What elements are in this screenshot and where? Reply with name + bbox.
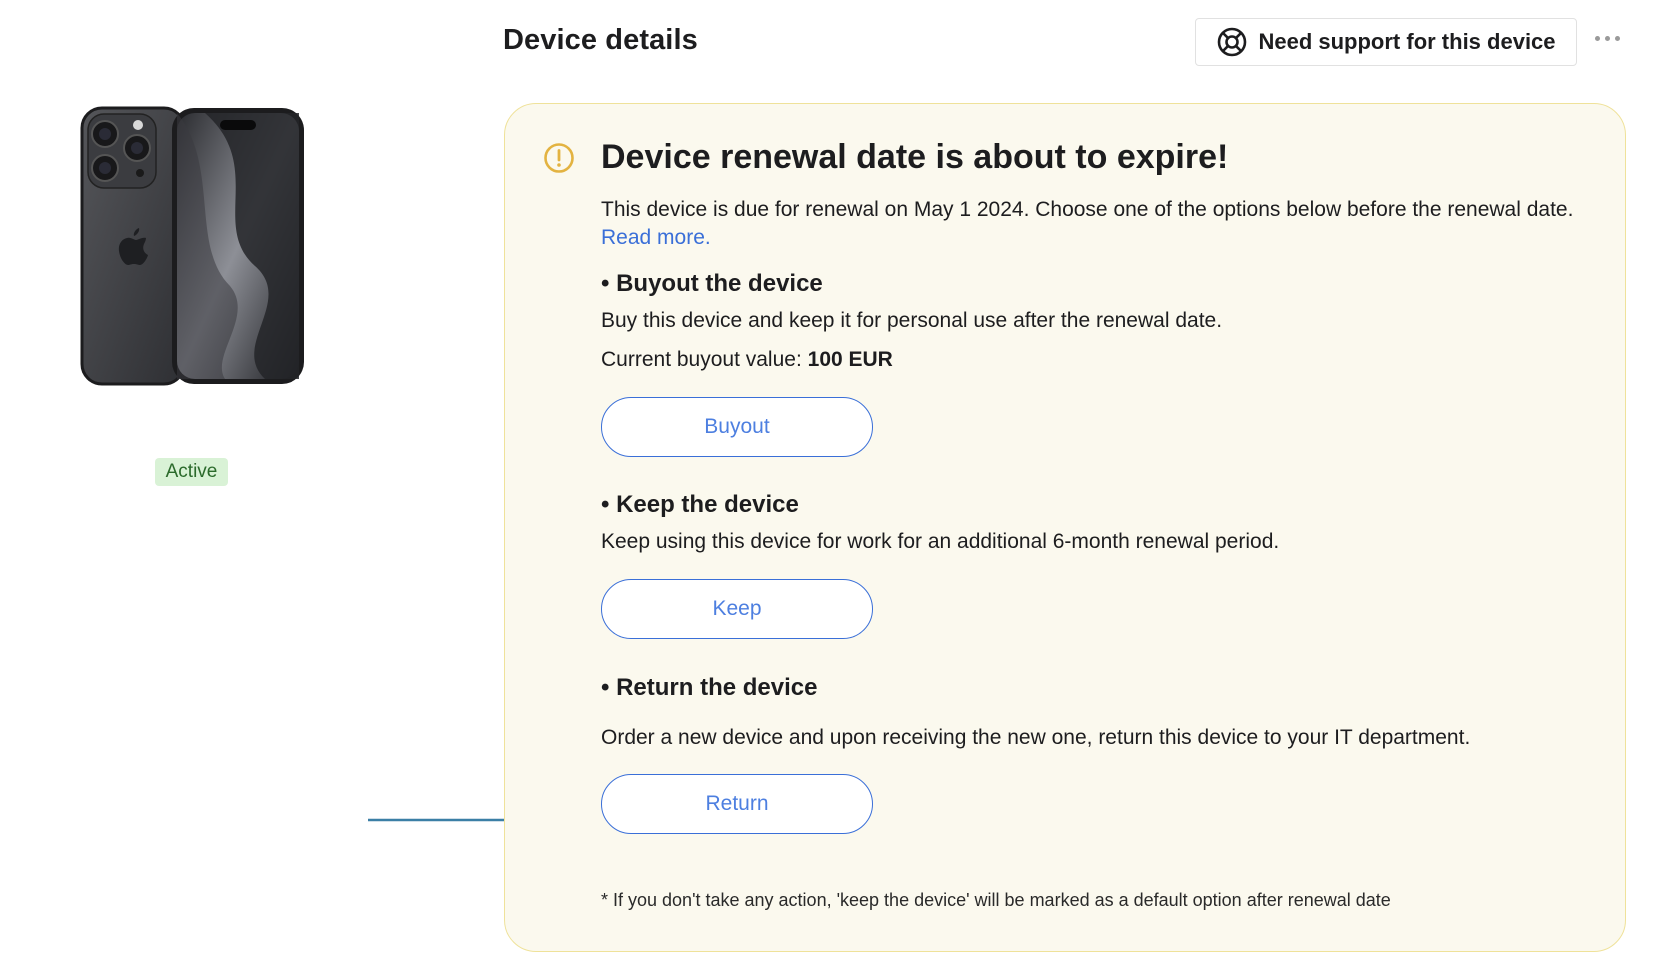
keep-option-title: • Keep the device xyxy=(601,491,799,518)
lifebuoy-icon xyxy=(1216,26,1248,58)
buyout-value-line: Current buyout value: 100 EUR xyxy=(601,348,893,372)
status-badge: Active xyxy=(155,458,228,486)
default-option-footnote: * If you don't take any action, 'keep th… xyxy=(601,890,1391,910)
more-dot-icon xyxy=(1594,35,1600,41)
device-image xyxy=(80,106,306,386)
notice-description-text: This device is due for renewal on May 1 … xyxy=(601,198,1574,221)
buyout-option-title: • Buyout the device xyxy=(601,270,823,297)
return-option-title: • Return the device xyxy=(601,674,818,701)
notice-title: Device renewal date is about to expire! xyxy=(601,138,1229,176)
need-support-button[interactable]: Need support for this device xyxy=(1195,18,1577,66)
buyout-option-text: Buy this device and keep it for personal… xyxy=(601,309,1223,332)
more-dot-icon xyxy=(1604,35,1610,41)
buyout-value: 100 EUR xyxy=(807,348,893,371)
return-button[interactable]: Return xyxy=(601,774,873,834)
buyout-button[interactable]: Buyout xyxy=(601,397,873,457)
device-details-page: Device details Need support for this dev… xyxy=(0,0,1662,960)
warning-icon xyxy=(543,142,575,174)
buyout-value-label: Current buyout value: xyxy=(601,348,802,371)
read-more-link[interactable]: Read more. xyxy=(601,226,711,249)
return-option-text: Order a new device and upon receiving th… xyxy=(601,726,1471,749)
keep-button[interactable]: Keep xyxy=(601,579,873,639)
keep-option-text: Keep using this device for work for an a… xyxy=(601,530,1280,553)
more-options-button[interactable] xyxy=(1590,26,1624,50)
page-title: Device details xyxy=(503,24,698,56)
support-button-label: Need support for this device xyxy=(1258,29,1556,54)
notice-description: This device is due for renewal on May 1 … xyxy=(601,196,1601,252)
more-dot-icon xyxy=(1614,35,1620,41)
